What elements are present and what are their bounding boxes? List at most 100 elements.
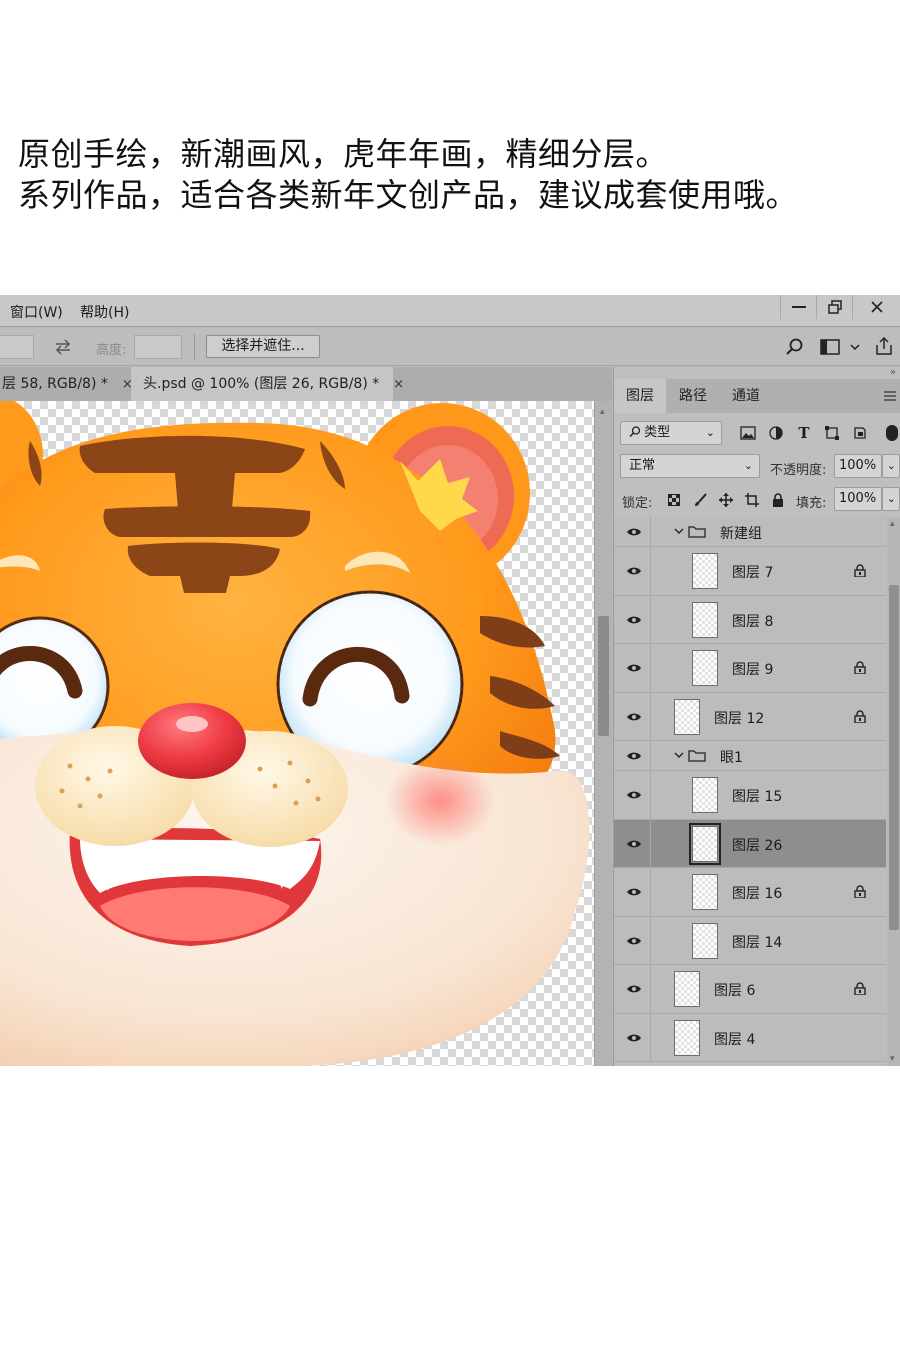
minimize-button[interactable] bbox=[780, 295, 816, 319]
scroll-up-icon[interactable]: ▴ bbox=[600, 407, 605, 417]
menu-bar: 窗口(W) 帮助(H) bbox=[0, 295, 900, 327]
layer-name: 图层 15 bbox=[732, 789, 783, 806]
tab-paths[interactable]: 路径 bbox=[666, 379, 720, 413]
eye-icon[interactable] bbox=[626, 887, 642, 897]
menu-window[interactable]: 窗口(W) bbox=[10, 302, 63, 322]
lock-icon bbox=[854, 564, 866, 578]
row-divider bbox=[650, 595, 651, 643]
artboard-icon[interactable] bbox=[742, 490, 762, 510]
layer-row[interactable]: 图层 16 bbox=[614, 868, 886, 917]
fill-field[interactable]: 100% bbox=[834, 487, 882, 511]
eye-icon[interactable] bbox=[626, 936, 642, 946]
layer-thumbnail bbox=[674, 971, 700, 1008]
opacity-field[interactable]: 100% bbox=[834, 454, 882, 478]
scroll-up-icon[interactable]: ▴ bbox=[890, 519, 895, 529]
document-canvas[interactable] bbox=[0, 401, 594, 1066]
chevron-down-icon: ⌄ bbox=[886, 492, 896, 505]
row-divider bbox=[650, 868, 651, 916]
menu-help[interactable]: 帮助(H) bbox=[80, 302, 129, 322]
close-window-button[interactable] bbox=[852, 295, 900, 319]
caption-line-2: 系列作品，适合各类新年文创产品，建议成套使用哦。 bbox=[18, 176, 799, 214]
row-divider bbox=[650, 965, 651, 1013]
document-tabs: 层 58, RGB/8) * × 头.psd @ 100% (图层 26, RGB… bbox=[0, 367, 612, 401]
eye-icon[interactable] bbox=[626, 615, 642, 625]
scroll-down-icon[interactable]: ▾ bbox=[890, 1054, 895, 1064]
restore-icon bbox=[827, 300, 842, 314]
share-icon[interactable] bbox=[874, 336, 894, 356]
chevron-down-icon[interactable] bbox=[850, 344, 860, 351]
layer-group-row[interactable]: 眼1 bbox=[614, 741, 886, 771]
workspace-icon[interactable] bbox=[820, 338, 842, 356]
layer-name: 图层 8 bbox=[732, 613, 774, 630]
layer-row[interactable]: 图层 8 bbox=[614, 595, 886, 644]
opacity-dropdown[interactable]: ⌄ bbox=[882, 454, 900, 478]
blend-mode-dropdown[interactable]: 正常 ⌄ bbox=[620, 454, 760, 478]
folder-icon bbox=[688, 750, 706, 762]
chevron-down-icon[interactable] bbox=[674, 528, 684, 535]
layer-thumbnail bbox=[692, 601, 718, 638]
restore-button[interactable] bbox=[816, 295, 852, 319]
width-field[interactable] bbox=[0, 335, 34, 359]
panel-menu-icon[interactable] bbox=[884, 391, 896, 401]
layers-scroll-thumb[interactable] bbox=[889, 585, 899, 930]
minimize-icon bbox=[791, 306, 806, 308]
filter-kind-label: 类型 bbox=[644, 425, 671, 440]
tab-layers[interactable]: 图层 bbox=[614, 379, 666, 413]
chevron-down-icon[interactable] bbox=[674, 752, 684, 759]
filter-toggle[interactable] bbox=[886, 425, 898, 441]
layer-row[interactable]: 图层 6 bbox=[614, 965, 886, 1014]
type-filter-icon[interactable]: T bbox=[794, 423, 814, 443]
layer-thumbnail bbox=[674, 698, 700, 735]
eye-icon[interactable] bbox=[626, 527, 642, 537]
canvas-scroll-thumb[interactable] bbox=[598, 616, 609, 736]
search-icon[interactable] bbox=[786, 338, 804, 356]
layer-row[interactable]: 图层 15 bbox=[614, 771, 886, 820]
layer-row[interactable]: 图层 4 bbox=[614, 1013, 886, 1062]
adjustment-filter-icon[interactable] bbox=[766, 423, 786, 443]
shape-filter-icon[interactable] bbox=[822, 423, 842, 443]
blend-row: 正常 ⌄ 不透明度: 100% ⌄ bbox=[614, 450, 900, 483]
lock-transparent-icon[interactable] bbox=[664, 490, 684, 510]
canvas-scrollbar[interactable]: ▴ bbox=[594, 401, 612, 1066]
brush-icon[interactable] bbox=[690, 490, 710, 510]
layer-name: 图层 9 bbox=[732, 662, 774, 679]
eye-icon[interactable] bbox=[626, 984, 642, 994]
lock-icon bbox=[854, 710, 866, 723]
opacity-label: 不透明度: bbox=[770, 463, 827, 478]
layer-row[interactable]: 图层 14 bbox=[614, 916, 886, 965]
height-field[interactable] bbox=[134, 335, 182, 359]
layer-row[interactable]: 图层 12 bbox=[614, 692, 886, 741]
layers-scrollbar[interactable]: ▴ ▾ bbox=[887, 517, 900, 1066]
lock-all-icon[interactable] bbox=[768, 490, 788, 510]
filter-kind-dropdown[interactable]: 类型 ⌄ bbox=[620, 421, 722, 445]
layer-row[interactable]: 图层 9 bbox=[614, 644, 886, 693]
eye-icon[interactable] bbox=[626, 790, 642, 800]
tab-layer-58[interactable]: 层 58, RGB/8) * × bbox=[0, 367, 133, 401]
collapse-panel-icon[interactable]: » bbox=[890, 367, 896, 378]
eye-icon[interactable] bbox=[626, 751, 642, 761]
close-tab-icon[interactable]: × bbox=[393, 377, 404, 392]
smart-object-filter-icon[interactable] bbox=[850, 423, 870, 443]
pixel-filter-icon[interactable] bbox=[738, 423, 758, 443]
move-icon[interactable] bbox=[716, 490, 736, 510]
eye-icon[interactable] bbox=[626, 839, 642, 849]
layer-name: 眼1 bbox=[720, 750, 743, 766]
select-and-mask-button[interactable]: 选择并遮住... bbox=[206, 335, 320, 358]
lock-icon bbox=[854, 885, 866, 899]
tiger-illustration bbox=[0, 401, 590, 1066]
fill-dropdown[interactable]: ⌄ bbox=[882, 487, 900, 511]
layer-group-row[interactable]: 新建组 bbox=[614, 517, 886, 547]
layer-thumbnail bbox=[692, 553, 718, 590]
layer-row[interactable]: 图层 7 bbox=[614, 547, 886, 596]
eye-icon[interactable] bbox=[626, 1033, 642, 1043]
layer-row[interactable]: 图层 26 bbox=[614, 819, 886, 868]
tab-head-psd[interactable]: 头.psd @ 100% (图层 26, RGB/8) * × bbox=[131, 367, 404, 401]
layer-name: 新建组 bbox=[720, 526, 762, 542]
blend-mode-label: 正常 bbox=[629, 458, 656, 473]
eye-icon[interactable] bbox=[626, 566, 642, 576]
swap-arrows-icon[interactable] bbox=[54, 339, 72, 355]
tab-channels[interactable]: 通道 bbox=[720, 379, 772, 413]
lock-row: 锁定: 填充: 100% ⌄ bbox=[614, 483, 900, 516]
eye-icon[interactable] bbox=[626, 712, 642, 722]
eye-icon[interactable] bbox=[626, 663, 642, 673]
